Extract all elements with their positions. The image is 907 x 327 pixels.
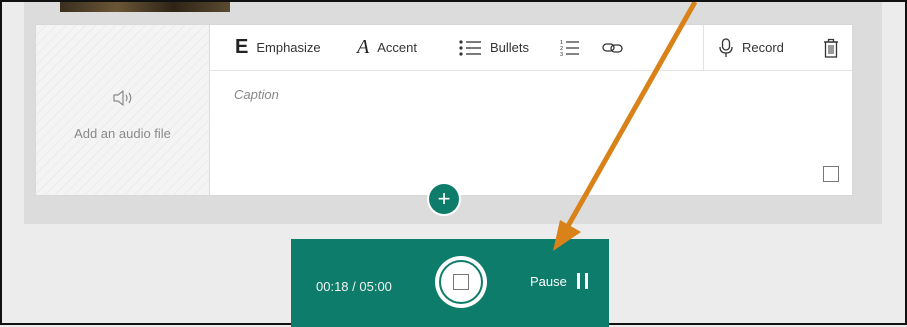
annotation-arrow [553,2,698,251]
screenshot-frame: Add an audio file E Emphasize A Accent B… [0,0,907,327]
